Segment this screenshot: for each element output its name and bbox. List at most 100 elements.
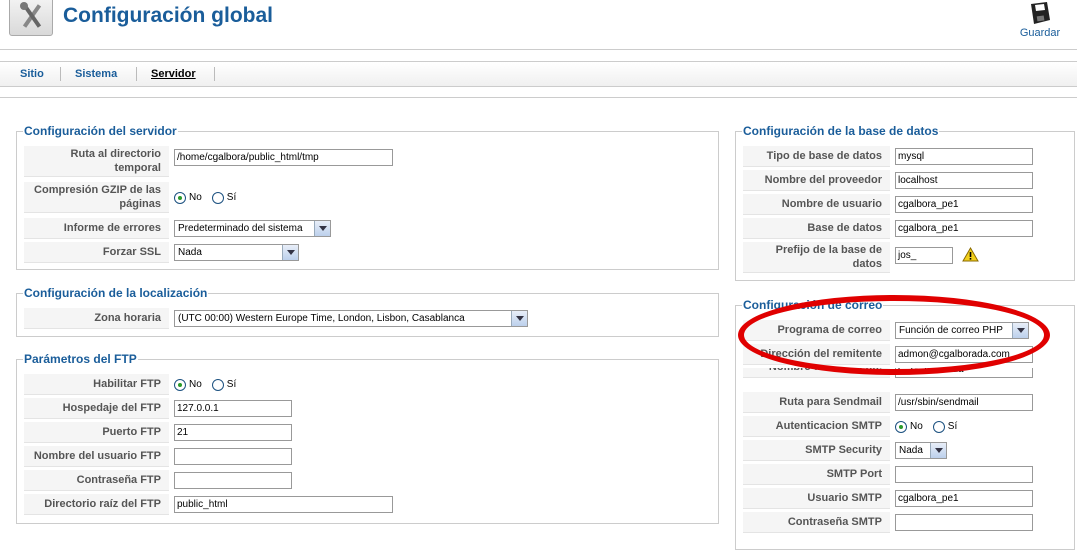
configuration-tools-icon (9, 0, 53, 36)
ftp-port-row: Puerto FTP 21 (24, 422, 292, 443)
section-legend: Configuración de la localización (23, 286, 209, 300)
field-label: Nombre de usuario (743, 194, 890, 215)
gzip-row: Compresión GZIP de las páginas No Sí (24, 182, 246, 213)
field-label: Nombre del remitente (743, 368, 890, 378)
force-ssl-row: Forzar SSL Nada (24, 242, 299, 263)
from-name-input[interactable]: C. G. Alborada (895, 368, 1033, 378)
warning-icon (962, 247, 979, 262)
timezone-select[interactable]: (UTC 00:00) Western Europe Time, London,… (174, 310, 528, 327)
db-name-input[interactable]: cgalbora_pe1 (895, 220, 1033, 237)
ftp-password-input[interactable] (174, 472, 292, 489)
db-prefix-row: Prefijo de la base de datos jos_ (743, 242, 979, 273)
smtp-auth-no-radio[interactable] (895, 420, 907, 433)
sendmail-row: Ruta para Sendmail /usr/sbin/sendmail (743, 392, 1033, 413)
field-label: Autenticacion SMTP (743, 416, 890, 437)
db-name-row: Base de datos cgalbora_pe1 (743, 218, 1033, 239)
field-label: Nombre del usuario FTP (24, 446, 169, 467)
smtp-port-row: SMTP Port (743, 464, 1033, 485)
mailer-select[interactable]: Función de correo PHP (895, 322, 1029, 339)
db-type-input[interactable]: mysql (895, 148, 1033, 165)
chevron-down-icon (511, 311, 527, 326)
error-report-row: Informe de errores Predeterminado del si… (24, 218, 331, 239)
ftp-password-row: Contraseña FTP (24, 470, 292, 491)
field-label: Informe de errores (24, 218, 169, 239)
save-label: Guardar (1019, 27, 1061, 39)
db-prefix-input[interactable]: jos_ (895, 247, 953, 264)
field-label: Zona horaria (24, 308, 169, 329)
field-label: Nombre del proveedor (743, 170, 890, 191)
smtp-pass-input[interactable] (895, 514, 1033, 531)
chevron-down-icon (930, 443, 946, 458)
gzip-si-radio[interactable] (211, 191, 224, 204)
tab-divider (136, 67, 137, 81)
field-label: Contraseña FTP (24, 470, 169, 491)
page-title: Configuración global (63, 4, 273, 27)
smtp-security-select[interactable]: Nada (895, 442, 947, 459)
smtp-user-row: Usuario SMTP cgalbora_pe1 (743, 488, 1033, 509)
smtp-user-input[interactable]: cgalbora_pe1 (895, 490, 1033, 507)
from-email-input[interactable]: admon@cgalborada.com (895, 346, 1033, 363)
gzip-no-radio[interactable] (174, 191, 186, 204)
field-label: Habilitar FTP (24, 374, 169, 395)
floppy-disk-icon (1031, 2, 1050, 24)
db-user-row: Nombre de usuario cgalbora_pe1 (743, 194, 1033, 215)
timezone-row: Zona horaria (UTC 00:00) Western Europe … (24, 308, 528, 329)
db-host-input[interactable]: localhost (895, 172, 1033, 189)
ftp-si-radio[interactable] (211, 378, 224, 391)
field-label: Base de datos (743, 218, 890, 239)
field-label: SMTP Security (743, 440, 890, 461)
mailer-row: Programa de correo Función de correo PHP (743, 320, 1029, 341)
ftp-user-row: Nombre del usuario FTP (24, 446, 292, 467)
locale-config-section: Configuración de la localización Zona ho… (16, 286, 719, 337)
database-config-section: Configuración de la base de datos Tipo d… (735, 124, 1075, 281)
from-email-row: Dirección del remitente admon@cgalborada… (743, 344, 1033, 365)
ftp-port-input[interactable]: 21 (174, 424, 292, 441)
section-legend: Configuración del servidor (23, 124, 178, 138)
chevron-down-icon (282, 245, 298, 260)
field-label: Forzar SSL (24, 242, 169, 263)
sendmail-input[interactable]: /usr/sbin/sendmail (895, 394, 1033, 411)
tab-divider (60, 67, 61, 81)
smtp-auth-si-radio[interactable] (932, 420, 945, 433)
smtp-port-input[interactable] (895, 466, 1033, 483)
field-label: Hospedaje del FTP (24, 398, 169, 419)
temp-dir-row: Ruta al directorio temporal /home/cgalbor… (24, 146, 393, 177)
force-ssl-select[interactable]: Nada (174, 244, 299, 261)
ftp-host-input[interactable]: 127.0.0.1 (174, 400, 292, 417)
db-user-input[interactable]: cgalbora_pe1 (895, 196, 1033, 213)
smtp-auth-row: Autenticacion SMTP No Sí (743, 416, 967, 437)
field-label: Programa de correo (743, 320, 890, 341)
section-legend: Configuración de correo (742, 298, 884, 312)
field-label: Tipo de base de datos (743, 146, 890, 167)
smtp-security-row: SMTP Security Nada (743, 440, 947, 461)
field-label: Compresión GZIP de las páginas (24, 182, 169, 213)
field-label: Ruta al directorio temporal (24, 146, 169, 177)
save-button[interactable]: Guardar (1012, 0, 1068, 44)
field-label: Ruta para Sendmail (743, 392, 890, 413)
tab-divider (214, 67, 215, 81)
tab-sistema[interactable]: Sistema (75, 68, 117, 80)
ftp-host-row: Hospedaje del FTP 127.0.0.1 (24, 398, 292, 419)
section-legend: Configuración de la base de datos (742, 124, 940, 138)
chevron-down-icon (314, 221, 330, 236)
smtp-pass-row: Contraseña SMTP (743, 512, 1033, 533)
ftp-no-radio[interactable] (174, 378, 186, 391)
temp-dir-input[interactable]: /home/cgalbora/public_html/tmp (174, 149, 393, 166)
error-report-select[interactable]: Predeterminado del sistema (174, 220, 331, 237)
server-config-section: Configuración del servidor Ruta al direc… (16, 124, 719, 270)
ftp-user-input[interactable] (174, 448, 292, 465)
db-type-row: Tipo de base de datos mysql (743, 146, 1033, 167)
section-legend: Parámetros del FTP (23, 352, 138, 366)
ftp-config-section: Parámetros del FTP Habilitar FTP No Sí H… (16, 352, 719, 524)
field-label: Directorio raíz del FTP (24, 494, 169, 515)
tab-sitio[interactable]: Sitio (20, 68, 44, 80)
mail-config-section: Configuración de correo Programa de corr… (735, 298, 1075, 550)
chevron-down-icon (1012, 323, 1028, 338)
toolbar-header: Configuración global Guardar (0, 0, 1077, 50)
tab-servidor[interactable]: Servidor (151, 68, 196, 80)
field-label: SMTP Port (743, 464, 890, 485)
ftp-root-row: Directorio raíz del FTP public_html (24, 494, 393, 515)
field-label: Contraseña SMTP (743, 512, 890, 533)
ftp-root-input[interactable]: public_html (174, 496, 393, 513)
divider (0, 97, 1077, 98)
